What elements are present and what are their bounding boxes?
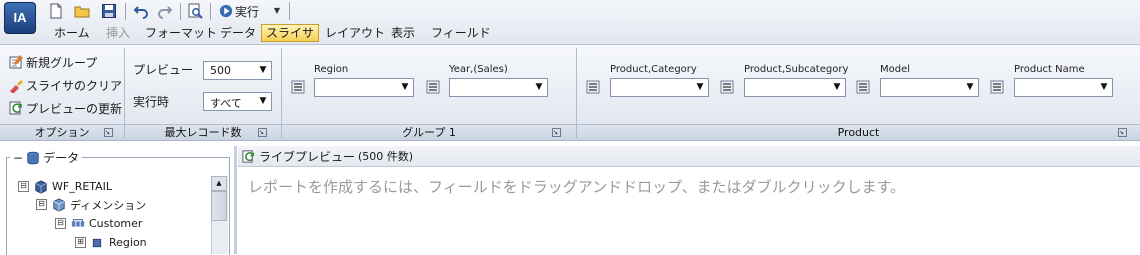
product-name-select[interactable]: ▼ [1014, 78, 1113, 97]
toolbar-separator [180, 3, 181, 20]
chevron-down-icon: ▼ [535, 82, 543, 92]
clear-slicer-button[interactable]: スライサのクリア [8, 76, 122, 94]
print-preview-icon[interactable] [187, 3, 203, 19]
field-label-product-category: Product,Category [610, 64, 697, 75]
tree-toggle-icon[interactable]: ⊟ [36, 199, 47, 210]
dialog-launcher-icon[interactable]: ↘ [104, 128, 113, 137]
field-label-product-subcategory: Product,Subcategory [744, 64, 849, 75]
database-icon [27, 151, 39, 164]
product-category-select[interactable]: ▼ [610, 78, 709, 97]
model-select[interactable]: ▼ [880, 78, 979, 97]
tab-format[interactable]: フォーマット [141, 24, 221, 42]
panel-splitter[interactable] [234, 146, 237, 254]
save-icon[interactable] [101, 3, 117, 19]
chevron-down-icon: ▼ [401, 82, 409, 92]
chevron-down-icon: ▼ [833, 82, 841, 92]
clear-slicer-icon [10, 80, 23, 93]
field-label-year-sales: Year,(Sales) [449, 64, 508, 75]
tree-node-customer[interactable]: ⊟ Customer [55, 214, 142, 233]
dialog-launcher-icon[interactable]: ↘ [258, 128, 267, 137]
preview-limit-label: プレビュー [133, 63, 194, 77]
dialog-launcher-icon[interactable]: ↘ [552, 128, 561, 137]
field-label-model: Model [880, 64, 911, 75]
runtime-limit-label: 実行時 [133, 95, 170, 109]
level-icon [92, 238, 102, 247]
group1-footer: グループ 1 [282, 124, 576, 140]
year-sales-select[interactable]: ▼ [449, 78, 548, 97]
field-options-icon[interactable] [720, 80, 734, 94]
open-folder-icon[interactable] [74, 3, 90, 19]
tree-node-dimensions[interactable]: ⊟ ディメンション [36, 195, 146, 214]
tab-insert[interactable]: 挿入 [102, 24, 134, 42]
hierarchy-icon [71, 218, 85, 227]
tab-data[interactable]: データ [216, 24, 260, 42]
tree-toggle-icon[interactable]: ⊞ [75, 237, 86, 248]
preview-limit-select[interactable]: 500 ▼ [203, 61, 272, 80]
new-document-icon[interactable] [48, 3, 64, 19]
live-preview-header: ライブプレビュー (500 件数) [238, 146, 1140, 167]
new-group-icon [9, 55, 23, 69]
redo-icon[interactable] [157, 3, 173, 19]
toolbar-separator [210, 3, 211, 20]
cube-icon [35, 179, 47, 194]
field-options-icon[interactable] [426, 80, 440, 94]
scrollbar-thumb[interactable] [211, 191, 227, 221]
field-label-product-name: Product Name [1014, 64, 1085, 75]
preview-placeholder-text: レポートを作成するには、フィールドをドラッグアンドドロップ、またはダブルクリック… [248, 178, 906, 196]
chevron-down-icon: ▼ [259, 96, 267, 106]
field-label-region: Region [314, 64, 349, 75]
chevron-down-icon: ▼ [696, 82, 704, 92]
region-select[interactable]: ▼ [314, 78, 414, 97]
runtime-limit-select[interactable]: すべて ▼ [203, 92, 272, 111]
tree-node-wf-retail[interactable]: ⊟ WF_RETAIL [18, 177, 112, 196]
data-panel-title[interactable]: − データ [10, 149, 83, 166]
tree-node-region[interactable]: ⊞ Region [75, 233, 147, 252]
toolbar-separator [125, 3, 126, 20]
undo-icon[interactable] [133, 3, 149, 19]
chevron-down-icon: ▼ [259, 65, 267, 75]
product-group-footer: Product [577, 124, 1140, 140]
run-dropdown-arrow-icon[interactable]: ▼ [270, 2, 284, 20]
field-options-icon[interactable] [586, 80, 600, 94]
refresh-preview-icon [9, 101, 22, 115]
new-group-button[interactable]: 新規グループ [8, 53, 97, 71]
tree-toggle-icon[interactable]: ⊟ [55, 218, 66, 229]
dimension-icon [53, 197, 65, 212]
collapse-icon[interactable]: − [13, 151, 23, 165]
live-preview-icon [242, 149, 254, 163]
product-subcategory-select[interactable]: ▼ [744, 78, 846, 97]
field-options-icon[interactable] [856, 80, 870, 94]
tab-view[interactable]: 表示 [387, 24, 419, 42]
app-logo[interactable]: IA [4, 2, 36, 34]
run-icon [219, 4, 233, 18]
chevron-down-icon: ▼ [966, 82, 974, 92]
tree-toggle-icon[interactable]: ⊟ [18, 181, 29, 192]
field-options-icon[interactable] [291, 80, 305, 94]
chevron-down-icon: ▼ [1100, 82, 1108, 92]
run-label: 実行 [235, 4, 260, 19]
tab-fields[interactable]: フィールド [427, 24, 495, 42]
scroll-up-icon[interactable]: ▲ [211, 176, 227, 191]
tab-slicer[interactable]: スライサ [261, 24, 320, 42]
tab-home[interactable]: ホーム [50, 24, 94, 42]
dialog-launcher-icon[interactable]: ↘ [1118, 128, 1127, 137]
field-options-icon[interactable] [990, 80, 1004, 94]
tab-layout[interactable]: レイアウト [321, 24, 389, 42]
refresh-preview-button[interactable]: プレビューの更新 [8, 99, 122, 117]
